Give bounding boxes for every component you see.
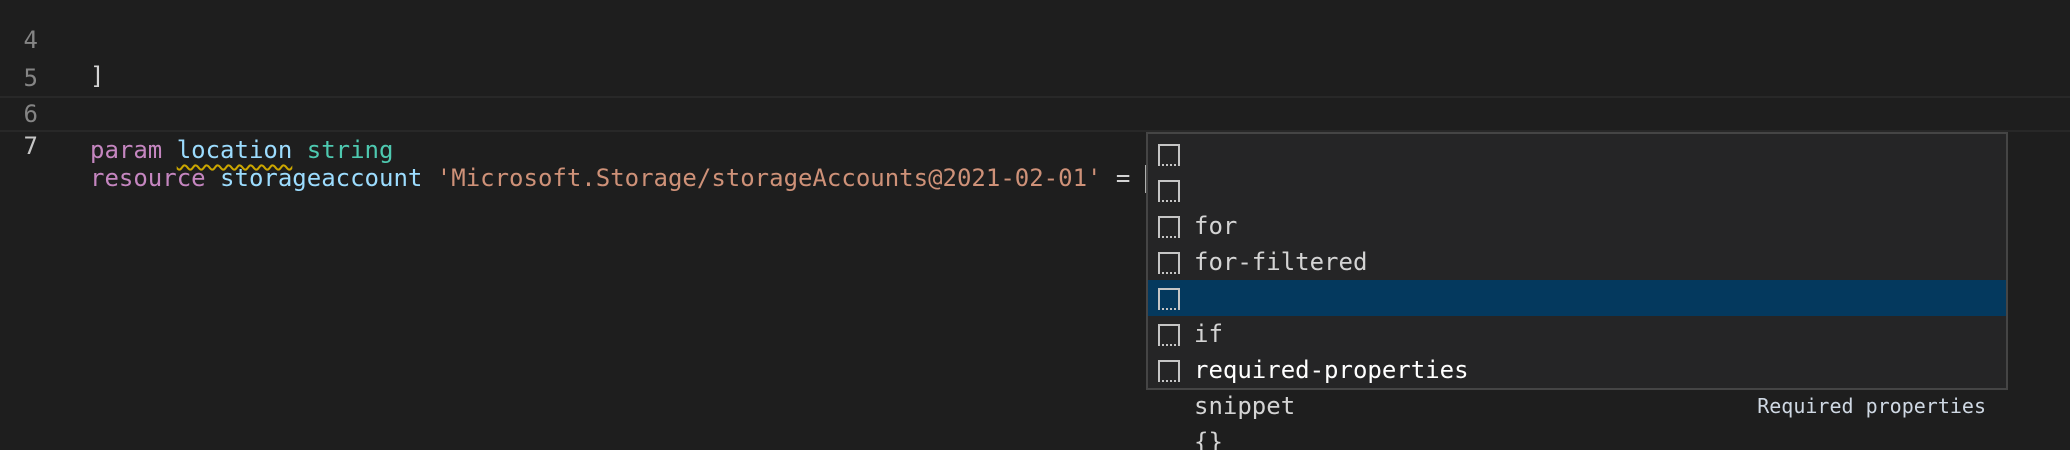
snippet-icon	[1158, 324, 1180, 346]
code-line-6[interactable]: 6 param location string	[0, 60, 2070, 164]
snippet-icon	[1158, 288, 1180, 310]
suggestion-detail: Required properties	[1757, 394, 1986, 418]
code-line-7[interactable]: 7 resource storageaccount 'Microsoft.Sto…	[0, 96, 2070, 193]
code-line-5[interactable]: 5	[0, 24, 2070, 92]
suggestion-item-for-indexed[interactable]: for-indexed	[1148, 208, 2006, 312]
resource-name: storageaccount	[220, 164, 423, 192]
snippet-icon	[1158, 360, 1180, 382]
snippet-icon	[1158, 144, 1180, 166]
snippet-icon	[1158, 216, 1180, 238]
line-number: 7	[23, 132, 38, 160]
suggestion-item-for-filtered[interactable]: for-filtered	[1148, 172, 2006, 276]
suggestion-label: {}	[1194, 428, 1223, 450]
code-line-4[interactable]: 4 ]	[0, 0, 2070, 90]
code-editor[interactable]: 4 ] 5 6 param location string 7 resource…	[0, 0, 2070, 450]
resource-type-string: 'Microsoft.Storage/storageAccounts@2021-…	[436, 164, 1102, 192]
param-type: string	[306, 136, 394, 164]
suggestion-item-required-properties[interactable]: required-properties Required properties	[1148, 280, 2006, 418]
assignment-operator: =	[1115, 164, 1131, 192]
param-name[interactable]: location	[177, 136, 293, 164]
suggestion-item-for[interactable]: for	[1148, 136, 2006, 240]
snippet-icon	[1158, 252, 1180, 274]
resource-keyword: resource	[90, 164, 206, 192]
suggestion-item-braces[interactable]: {}	[1148, 352, 2006, 450]
snippet-icon	[1158, 180, 1180, 202]
suggestion-item-if[interactable]: if	[1148, 244, 2006, 348]
suggestion-item-snippet[interactable]: snippet	[1148, 316, 2006, 420]
suggestion-widget[interactable]: for for-filtered for-indexed if required…	[1146, 132, 2008, 450]
param-keyword: param	[90, 136, 163, 164]
